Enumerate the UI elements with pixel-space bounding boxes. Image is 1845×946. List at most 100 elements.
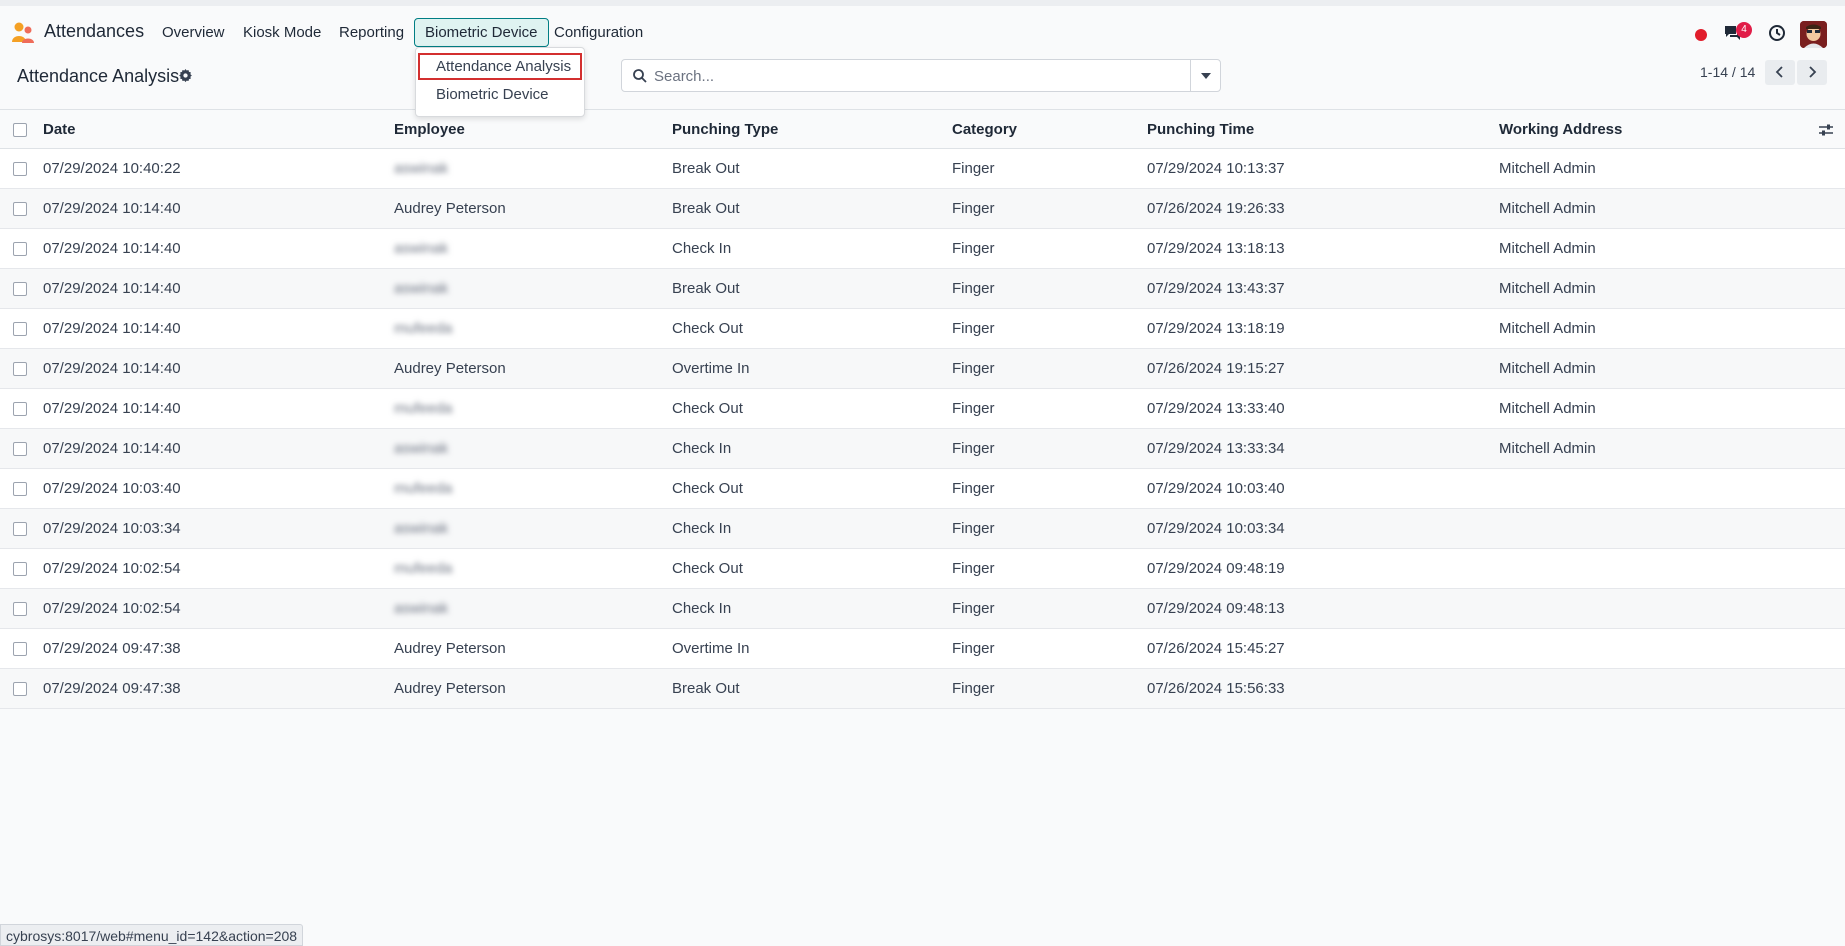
row-checkbox[interactable] (13, 162, 27, 176)
gear-icon[interactable] (178, 68, 193, 83)
table-row[interactable]: 07/29/2024 10:02:54 aswinak Check In Finger… (0, 589, 1845, 629)
row-checkbox[interactable] (13, 402, 27, 416)
cell-category: Finger (952, 480, 995, 497)
app-logo-icon[interactable] (10, 20, 36, 46)
cell-category: Finger (952, 520, 995, 537)
cell-date: 07/29/2024 10:40:22 (43, 160, 181, 177)
cell-date: 07/29/2024 10:03:34 (43, 520, 181, 537)
cell-date: 07/29/2024 10:03:40 (43, 480, 181, 497)
table-row[interactable]: 07/29/2024 10:14:40 aswinak Check In Finger… (0, 429, 1845, 469)
column-header-punching-time[interactable]: Punching Time (1147, 121, 1254, 138)
record-dot-icon[interactable] (1695, 29, 1707, 41)
search-input[interactable] (654, 64, 1174, 88)
table-row[interactable]: 07/29/2024 10:03:34 aswinak Check In Finger… (0, 509, 1845, 549)
cell-working-address: Mitchell Admin (1499, 400, 1596, 417)
cell-employee: Audrey Peterson (394, 640, 506, 657)
cell-category: Finger (952, 400, 995, 417)
menu-reporting[interactable]: Reporting (329, 18, 414, 47)
menu-overview[interactable]: Overview (152, 18, 235, 47)
menu-biometric-device[interactable]: Biometric Device (414, 18, 549, 47)
table-row[interactable]: 07/29/2024 09:47:38 Audrey Peterson Break … (0, 669, 1845, 709)
cell-punching-time: 07/29/2024 09:48:19 (1147, 560, 1285, 577)
table-row[interactable]: 07/29/2024 10:14:40 mufeeda Check Out Finge… (0, 309, 1845, 349)
cell-employee: aswinak (394, 520, 449, 537)
row-checkbox[interactable] (13, 642, 27, 656)
cell-category: Finger (952, 680, 995, 697)
cell-punching-type: Break Out (672, 200, 740, 217)
table-row[interactable]: 07/29/2024 10:14:40 Audrey Peterson Overti… (0, 349, 1845, 389)
table-row[interactable]: 07/29/2024 10:02:54 mufeeda Check Out Finge… (0, 549, 1845, 589)
row-checkbox[interactable] (13, 482, 27, 496)
cell-category: Finger (952, 160, 995, 177)
clock-icon[interactable] (1768, 24, 1786, 42)
row-checkbox[interactable] (13, 562, 27, 576)
column-header-category[interactable]: Category (952, 121, 1017, 138)
caret-down-icon[interactable] (1190, 60, 1220, 91)
cell-date: 07/29/2024 10:14:40 (43, 440, 181, 457)
pager-next-button[interactable] (1797, 60, 1827, 85)
column-header-working-address[interactable]: Working Address (1499, 121, 1622, 138)
cell-punching-type: Overtime In (672, 360, 750, 377)
dropdown-item-attendance-analysis[interactable]: Attendance Analysis (418, 53, 582, 80)
row-checkbox[interactable] (13, 202, 27, 216)
cell-punching-type: Check In (672, 240, 732, 257)
cell-employee: mufeeda (394, 320, 453, 337)
select-all-checkbox[interactable] (13, 123, 27, 137)
cell-employee: aswinak (394, 440, 449, 457)
dropdown-item-biometric-device[interactable]: Biometric Device (418, 81, 582, 108)
menu-kiosk-mode[interactable]: Kiosk Mode (233, 18, 331, 47)
cell-working-address: Mitchell Admin (1499, 160, 1596, 177)
row-checkbox[interactable] (13, 522, 27, 536)
cell-date: 07/29/2024 09:47:38 (43, 640, 181, 657)
menu-configuration[interactable]: Configuration (544, 18, 653, 47)
chevron-right-icon (1809, 66, 1817, 78)
column-header-date[interactable]: Date (43, 121, 76, 138)
column-settings-icon[interactable] (1818, 122, 1834, 138)
table-row[interactable]: 07/29/2024 10:03:40 mufeeda Check Out Finge… (0, 469, 1845, 509)
cell-category: Finger (952, 640, 995, 657)
cell-employee: aswinak (394, 160, 449, 177)
table-row[interactable]: 07/29/2024 10:14:40 aswinak Check In Finger… (0, 229, 1845, 269)
cell-category: Finger (952, 600, 995, 617)
cell-category: Finger (952, 560, 995, 577)
table-row[interactable]: 07/29/2024 10:14:40 Audrey Peterson Break … (0, 189, 1845, 229)
cell-category: Finger (952, 360, 995, 377)
app-title[interactable]: Attendances (44, 21, 144, 42)
cell-punching-time: 07/26/2024 15:56:33 (1147, 680, 1285, 697)
column-header-punching-type[interactable]: Punching Type (672, 121, 778, 138)
cell-date: 07/29/2024 10:14:40 (43, 240, 181, 257)
table-row[interactable]: 07/29/2024 10:14:40 mufeeda Check Out Finge… (0, 389, 1845, 429)
row-checkbox[interactable] (13, 442, 27, 456)
row-checkbox[interactable] (13, 242, 27, 256)
cell-punching-time: 07/29/2024 13:18:13 (1147, 240, 1285, 257)
cell-punching-time: 07/29/2024 13:33:34 (1147, 440, 1285, 457)
cell-date: 07/29/2024 09:47:38 (43, 680, 181, 697)
row-checkbox[interactable] (13, 282, 27, 296)
table-row[interactable]: 07/29/2024 10:40:22 aswinak Break Out Finge… (0, 149, 1845, 189)
cell-date: 07/29/2024 10:02:54 (43, 560, 181, 577)
cell-punching-time: 07/29/2024 13:18:19 (1147, 320, 1285, 337)
table-row[interactable]: 07/29/2024 09:47:38 Audrey Peterson Overti… (0, 629, 1845, 669)
cell-punching-time: 07/29/2024 10:03:34 (1147, 520, 1285, 537)
cell-category: Finger (952, 440, 995, 457)
row-checkbox[interactable] (13, 322, 27, 336)
chevron-left-icon (1775, 66, 1783, 78)
cell-working-address: Mitchell Admin (1499, 240, 1596, 257)
column-header-employee[interactable]: Employee (394, 121, 465, 138)
user-avatar[interactable] (1800, 21, 1827, 48)
search-icon (633, 69, 647, 83)
cell-punching-time: 07/29/2024 10:03:40 (1147, 480, 1285, 497)
cell-punching-type: Break Out (672, 680, 740, 697)
row-checkbox[interactable] (13, 682, 27, 696)
row-checkbox[interactable] (13, 362, 27, 376)
row-checkbox[interactable] (13, 602, 27, 616)
cell-date: 07/29/2024 10:14:40 (43, 320, 181, 337)
pager-previous-button[interactable] (1765, 60, 1795, 85)
cell-date: 07/29/2024 10:14:40 (43, 280, 181, 297)
cell-punching-time: 07/29/2024 10:13:37 (1147, 160, 1285, 177)
cell-punching-type: Break Out (672, 160, 740, 177)
cell-date: 07/29/2024 10:14:40 (43, 200, 181, 217)
cell-punching-type: Break Out (672, 280, 740, 297)
pager-value[interactable]: 1-14 / 14 (1700, 64, 1755, 80)
table-row[interactable]: 07/29/2024 10:14:40 aswinak Break Out Finge… (0, 269, 1845, 309)
